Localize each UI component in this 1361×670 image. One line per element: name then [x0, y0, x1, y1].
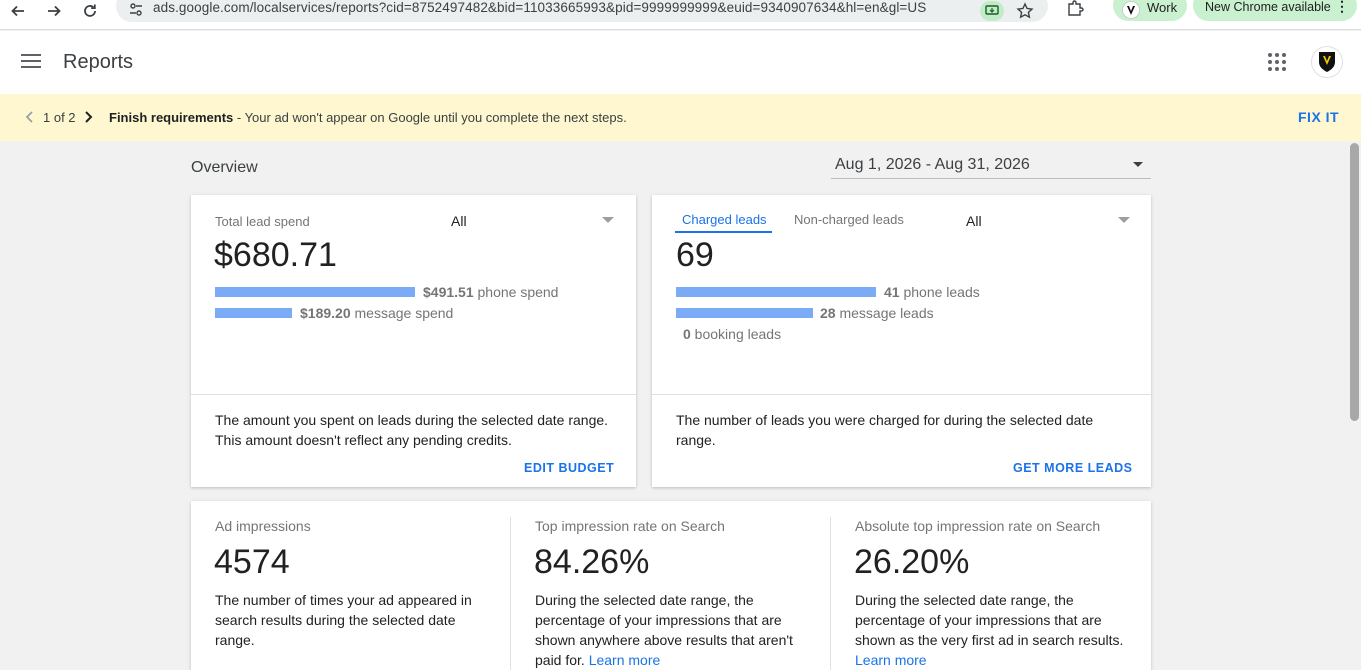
- phone-leads-amount: 41: [884, 284, 900, 300]
- message-leads-amount: 28: [820, 305, 836, 321]
- message-leads-bar: [676, 308, 813, 318]
- metric-divider: [830, 517, 831, 670]
- leads-filter[interactable]: All: [966, 213, 982, 229]
- metric-description: During the selected date range, the perc…: [855, 590, 1125, 670]
- fix-it-button[interactable]: FIX IT: [1298, 109, 1339, 125]
- phone-spend-text: phone spend: [473, 284, 559, 300]
- phone-spend-bar: [215, 287, 415, 297]
- overview-title: Overview: [191, 159, 258, 176]
- update-label: New Chrome available: [1205, 0, 1331, 14]
- spend-filter-caret-icon[interactable]: [602, 217, 614, 223]
- page-scrollbar[interactable]: [1348, 141, 1361, 670]
- browser-toolbar: ads.google.com/localservices/reports?cid…: [0, 0, 1361, 30]
- message-spend-amount: $189.20: [300, 305, 351, 321]
- card-divider: [191, 394, 636, 395]
- message-leads-text: message leads: [835, 305, 934, 321]
- tab-non-charged-leads[interactable]: Non-charged leads: [794, 212, 904, 227]
- dropdown-caret-icon: [1133, 162, 1143, 167]
- chevron-left-icon[interactable]: [24, 110, 36, 124]
- message-spend-label: $189.20 message spend: [300, 305, 453, 321]
- metric-divider: [510, 517, 511, 670]
- metric-value: 4574: [214, 543, 290, 581]
- impressions-card: Ad impressions 4574 The number of times …: [191, 501, 1151, 670]
- spend-description: The amount you spent on leads during the…: [215, 412, 609, 448]
- profile-avatar-icon: [1122, 1, 1140, 19]
- tab-underline: [675, 231, 772, 233]
- banner-text: - Your ad won't appear on Google until y…: [233, 110, 627, 125]
- message-spend-text: message spend: [350, 305, 454, 321]
- install-app-icon[interactable]: [980, 1, 1004, 21]
- phone-leads-bar: [676, 287, 876, 297]
- lead-spend-card: Total lead spend All $680.71 $491.51 pho…: [191, 195, 636, 487]
- metric-description: The number of times your ad appeared in …: [215, 592, 472, 648]
- metric-description: During the selected date range, the perc…: [535, 590, 805, 670]
- scrollbar-thumb[interactable]: [1350, 143, 1359, 421]
- metric-description-text: During the selected date range, the perc…: [535, 592, 793, 668]
- learn-more-link[interactable]: Learn more: [589, 652, 661, 668]
- get-more-leads-button[interactable]: GET MORE LEADS: [1013, 461, 1133, 475]
- requirements-banner: 1 of 2 Finish requirements - Your ad won…: [0, 94, 1361, 141]
- phone-spend-label: $491.51 phone spend: [423, 284, 558, 300]
- message-spend-bar: [215, 308, 292, 318]
- leads-card: Charged leads Non-charged leads All 69 4…: [652, 195, 1151, 487]
- learn-more-link[interactable]: Learn more: [855, 652, 927, 668]
- more-vert-icon[interactable]: ⋮: [1335, 0, 1349, 15]
- page-title: Reports: [63, 51, 134, 73]
- booking-leads-label: 0 booking leads: [683, 326, 781, 342]
- forward-icon[interactable]: [42, 0, 66, 22]
- metric-description-text: During the selected date range, the perc…: [855, 592, 1124, 648]
- banner-message: Finish requirements - Your ad won't appe…: [109, 110, 627, 125]
- edit-budget-button[interactable]: EDIT BUDGET: [524, 461, 614, 475]
- metric-label: Ad impressions: [215, 518, 311, 534]
- spend-total: $680.71: [214, 236, 337, 274]
- phone-leads-text: phone leads: [899, 284, 980, 300]
- spend-label: Total lead spend: [215, 214, 310, 229]
- leads-description: The number of leads you were charged for…: [676, 412, 1094, 448]
- leads-total: 69: [676, 236, 714, 274]
- account-avatar[interactable]: [1311, 46, 1343, 78]
- card-divider: [652, 394, 1151, 395]
- date-range-select[interactable]: Aug 1, 2026 - Aug 31, 2026: [831, 152, 1151, 179]
- chevron-right-icon[interactable]: [82, 110, 94, 124]
- address-bar[interactable]: ads.google.com/localservices/reports?cid…: [116, 0, 1048, 22]
- message-leads-label: 28 message leads: [820, 305, 934, 321]
- url-text[interactable]: ads.google.com/localservices/reports?cid…: [153, 0, 926, 15]
- banner-pager: 1 of 2: [43, 110, 76, 125]
- profile-button[interactable]: Work: [1113, 0, 1187, 21]
- menu-icon[interactable]: [21, 54, 41, 70]
- banner-title: Finish requirements: [109, 110, 234, 125]
- account-logo-icon: [1319, 52, 1335, 72]
- metric-value: 26.20%: [854, 543, 970, 581]
- chrome-update-button[interactable]: New Chrome available ⋮: [1193, 0, 1357, 21]
- metric-label: Top impression rate on Search: [535, 518, 725, 534]
- phone-leads-label: 41 phone leads: [884, 284, 980, 300]
- date-range-value: Aug 1, 2026 - Aug 31, 2026: [835, 156, 1030, 173]
- extensions-icon[interactable]: [1066, 0, 1086, 16]
- booking-leads-amount: 0: [683, 326, 691, 342]
- booking-leads-text: booking leads: [690, 326, 782, 342]
- profile-label: Work: [1147, 0, 1178, 15]
- google-apps-icon[interactable]: [1268, 53, 1288, 73]
- phone-spend-amount: $491.51: [423, 284, 474, 300]
- bookmark-star-icon[interactable]: [1016, 2, 1034, 20]
- site-settings-icon[interactable]: [128, 2, 144, 18]
- metric-value: 84.26%: [534, 543, 650, 581]
- metric-label: Absolute top impression rate on Search: [855, 518, 1101, 534]
- leads-filter-caret-icon[interactable]: [1118, 217, 1130, 223]
- spend-filter[interactable]: All: [451, 213, 467, 229]
- back-icon[interactable]: [6, 0, 30, 22]
- tab-charged-leads[interactable]: Charged leads: [682, 212, 767, 227]
- app-header: Reports: [0, 31, 1361, 94]
- reload-icon[interactable]: [78, 0, 102, 22]
